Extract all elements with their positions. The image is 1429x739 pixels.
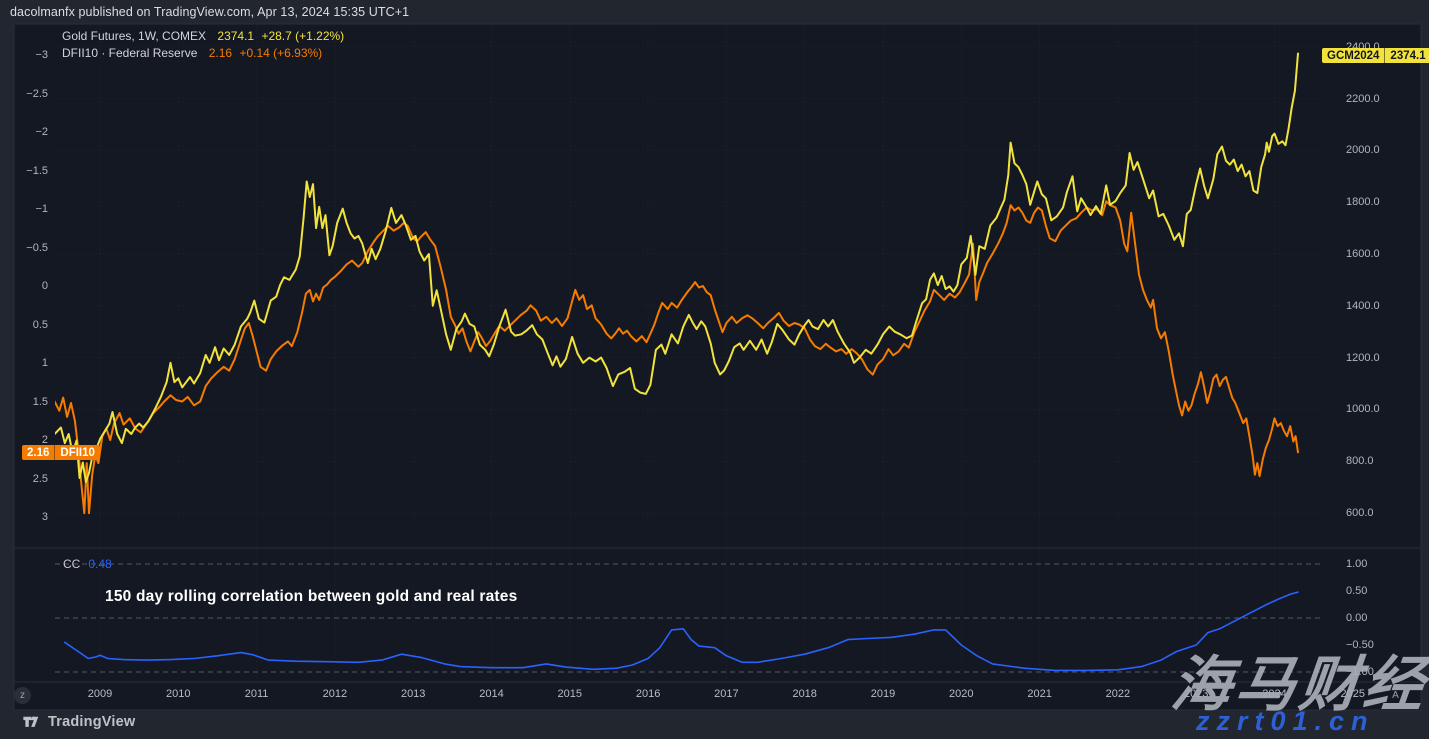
legend-gold-symbol: Gold Futures, 1W, COMEX [62,29,206,43]
time-axis-label: 2013 [401,688,425,700]
cc-axis-tick: 1.00 [1346,558,1367,570]
tradingview-logo-text: TradingView [48,714,135,730]
left-axis-tick: −3 [8,49,48,61]
time-axis-label: 2018 [792,688,816,700]
cc-indicator-legend[interactable]: CC 0.48 [63,557,112,571]
legend: Gold Futures, 1W, COMEX 2374.1 +28.7 (+1… [62,28,344,61]
time-axis-label: 2010 [166,688,190,700]
gold-contract-tag: GCM2024 [1322,48,1385,63]
left-axis-tick: 0 [8,280,48,292]
right-axis-tick: 2000.0 [1346,144,1380,156]
right-axis-tick: 1200.0 [1346,352,1380,364]
right-axis-tick: 1600.0 [1346,248,1380,260]
timezone-badge-label: z [20,690,25,701]
left-axis-tick: 1.5 [8,396,48,408]
footer-brand[interactable]: TradingView [22,712,135,731]
right-axis-tick: 1000.0 [1346,403,1380,415]
legend-gold-price: 2374.1 [217,29,254,43]
gold-last-price-label: GCM2024 2374.1 [1322,48,1429,63]
left-axis-tick: −0.5 [8,242,48,254]
tradingview-snapshot: dacolmanfx published on TradingView.com,… [0,0,1429,739]
time-axis-label: 2011 [245,688,269,700]
time-axis-label: 2012 [323,688,347,700]
legend-row-dfii[interactable]: DFII10 · Federal Reserve 2.16 +0.14 (+6.… [62,45,344,62]
left-axis-tick: 3 [8,511,48,523]
time-axis-label: 2017 [714,688,738,700]
chart-plot [0,0,1429,739]
time-axis-label: 2014 [479,688,503,700]
cc-indicator-name: CC [63,557,80,571]
right-axis-tick: 800.0 [1346,455,1374,467]
cc-axis-tick: 0.00 [1346,612,1367,624]
left-axis-tick: 0.5 [8,319,48,331]
tradingview-logo-icon [22,712,41,731]
time-axis-label: 2022 [1106,688,1130,700]
watermark-url: zzrt01.cn [1196,706,1375,737]
time-axis-label: 2015 [558,688,582,700]
legend-dfii-symbol: DFII10 · Federal Reserve [62,46,197,60]
cc-axis-tick: 0.50 [1346,585,1367,597]
legend-dfii-price: 2.16 [209,46,232,60]
left-axis-tick: −2.5 [8,88,48,100]
right-axis-tick: 2200.0 [1346,93,1380,105]
right-axis-tick: 600.0 [1346,507,1374,519]
time-axis-label: 2021 [1027,688,1051,700]
dfii-last-price-label: 2.16 DFII10 [22,445,100,460]
gold-last-price: 2374.1 [1385,48,1429,63]
left-axis-tick: −2 [8,126,48,138]
left-axis-tick: −1 [8,203,48,215]
time-axis-label: 2009 [88,688,112,700]
time-axis-label: 2016 [636,688,660,700]
legend-row-gold[interactable]: Gold Futures, 1W, COMEX 2374.1 +28.7 (+1… [62,28,344,45]
legend-dfii-change: +0.14 (+6.93%) [239,46,322,60]
time-axis-label: 2019 [871,688,895,700]
right-axis-tick: 1800.0 [1346,196,1380,208]
timezone-badge[interactable]: z [14,687,31,704]
dfii-symbol-tag: DFII10 [55,445,100,460]
cc-panel-title: 150 day rolling correlation between gold… [105,588,517,606]
left-axis-tick: 2.5 [8,473,48,485]
right-axis-tick: 1400.0 [1346,300,1380,312]
dfii-last-price: 2.16 [22,445,55,460]
legend-gold-change: +28.7 (+1.22%) [261,29,344,43]
left-axis-tick: −1.5 [8,165,48,177]
left-axis-tick: 1 [8,357,48,369]
cc-indicator-value: 0.48 [88,557,111,571]
time-axis-label: 2020 [949,688,973,700]
